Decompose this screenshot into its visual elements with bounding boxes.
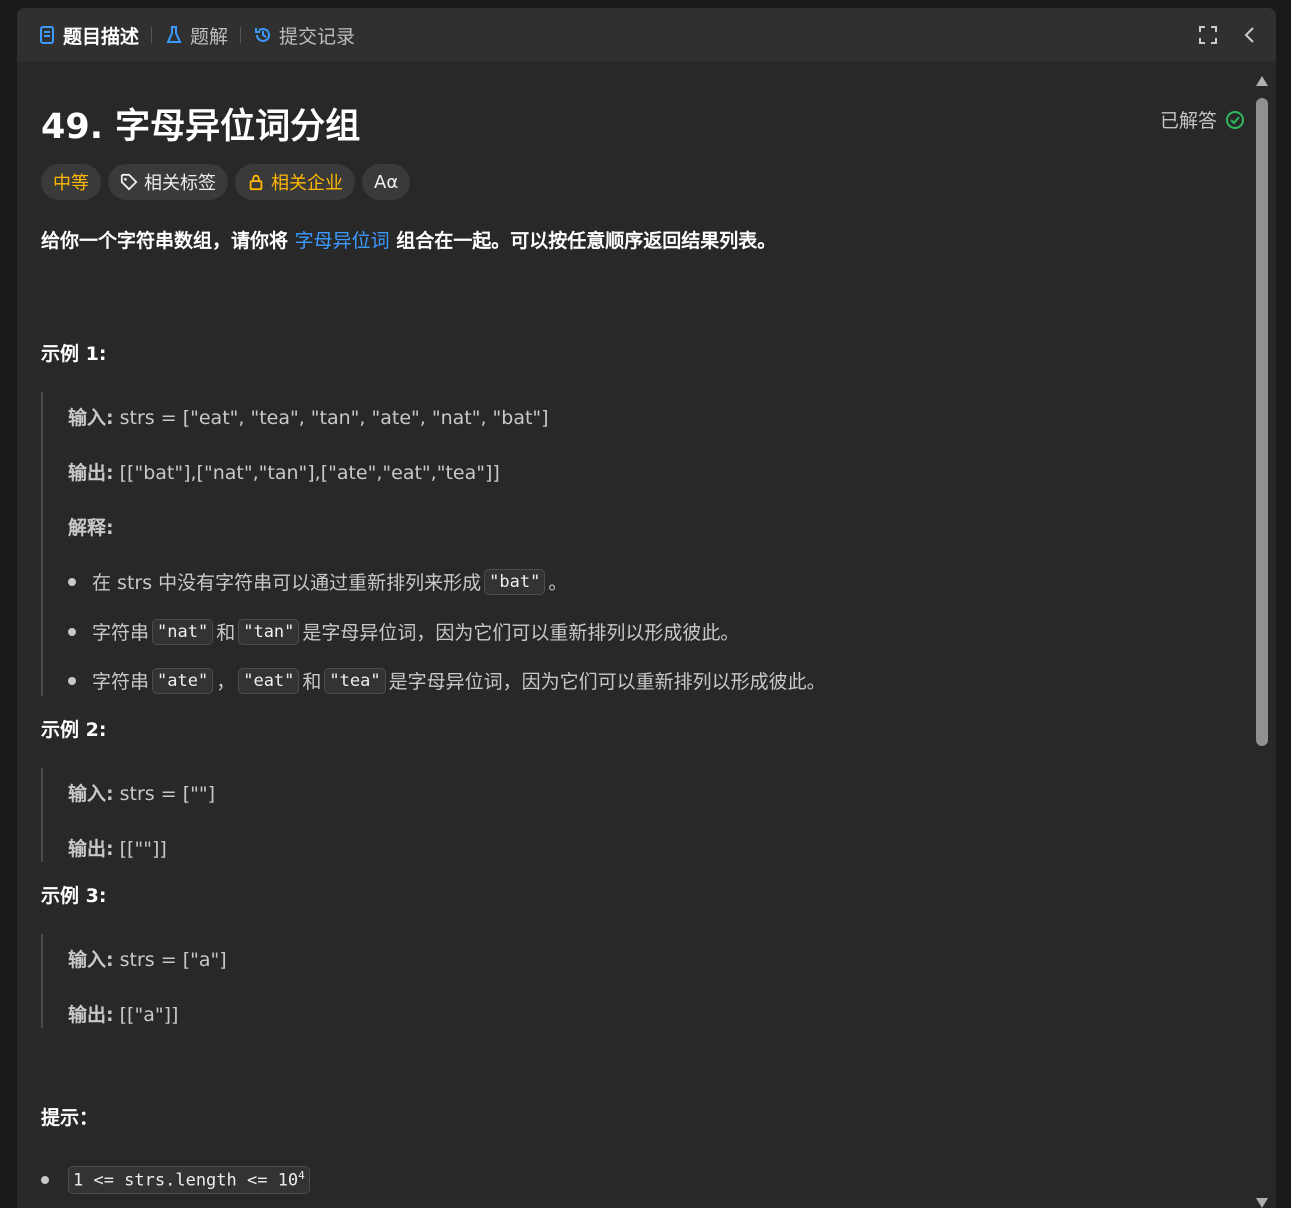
input-value: strs = ["a"] — [113, 949, 227, 971]
lock-icon — [249, 174, 263, 191]
output-label: 输出: — [68, 838, 114, 860]
input-value: strs = ["eat", "tea", "tan", "ate", "nat… — [113, 407, 549, 429]
list-item: 在 strs 中没有字符串可以通过重新排列来形成 "bat"。 — [68, 568, 567, 595]
related-tags-label: 相关标签 — [144, 173, 216, 194]
hints-title: 提示： — [41, 1107, 99, 1129]
example-explanation-label: 解释: — [68, 513, 114, 540]
history-icon — [255, 27, 271, 42]
bullet-text: 。 — [548, 572, 568, 594]
scroll-down-arrow-icon[interactable] — [1256, 1198, 1268, 1208]
desc-text: 组合在一起。可以按任意顺序返回结果列表。 — [389, 230, 777, 252]
constraint-text: 1 <= strs.length <= 10 — [73, 1170, 299, 1191]
desc-text: 给你一个字符串数组，请你将 — [41, 230, 295, 252]
inline-code: "eat" — [238, 667, 300, 694]
inline-code: "tea" — [324, 667, 386, 694]
related-companies-label: 相关企业 — [271, 173, 343, 194]
list-item: 字符串 "nat" 和 "tan" 是字母异位词，因为它们可以重新排列以形成彼此… — [68, 618, 739, 645]
tab-label: 题解 — [190, 25, 229, 48]
example-input: 输入: strs = [""] — [68, 779, 215, 806]
bullet-text: 字符串 — [92, 671, 150, 693]
scroll-up-arrow-icon[interactable] — [1256, 76, 1268, 86]
bullet-text: 在 strs 中没有字符串可以通过重新排列来形成 — [92, 572, 482, 594]
fullscreen-icon[interactable] — [1198, 25, 1218, 45]
example-block — [41, 768, 1218, 862]
problem-title: 49. 字母异位词分组 — [41, 107, 361, 147]
tag-icon — [120, 173, 138, 191]
inline-code: "ate" — [152, 667, 214, 694]
problem-panel: 题目描述 题解 提交记录 49. 字母异位词分组 已解答 中等 相关标签 相关企… — [17, 8, 1276, 1208]
exponent: 4 — [298, 1169, 305, 1182]
explain-label: 解释: — [68, 517, 114, 539]
bullet-dot — [68, 627, 76, 636]
output-value: [["bat"],["nat","tan"],["ate","eat","tea… — [113, 462, 500, 484]
example-output: 输出: [[""]] — [68, 834, 167, 861]
example-title: 示例 2: — [41, 719, 107, 741]
check-circle-icon — [1226, 110, 1244, 129]
output-label: 输出: — [68, 1004, 114, 1026]
inline-code: "nat" — [152, 618, 214, 645]
bullet-text: 是字母异位词，因为它们可以重新排列以形成彼此。 — [302, 622, 740, 644]
input-label: 输入: — [68, 949, 114, 971]
inline-code: 1 <= strs.length <= 104 — [68, 1166, 310, 1194]
output-value: [[""]] — [113, 838, 167, 860]
example-block — [41, 392, 1218, 696]
chevron-left-icon[interactable] — [1240, 25, 1260, 45]
example-output: 输出: [["bat"],["nat","tan"],["ate","eat",… — [68, 458, 500, 485]
tag-row: 中等 相关标签 相关企业 Aα — [41, 164, 411, 200]
input-value: strs = [""] — [113, 783, 216, 805]
example-input: 输入: strs = ["eat", "tea", "tan", "ate", … — [68, 403, 549, 430]
output-label: 输出: — [68, 462, 114, 484]
tab-bar: 题目描述 题解 提交记录 — [17, 8, 1276, 62]
problem-description: 给你一个字符串数组，请你将 字母异位词 组合在一起。可以按任意顺序返回结果列表。 — [41, 226, 776, 253]
tab-solutions[interactable]: 题解 — [164, 22, 228, 49]
tab-submissions[interactable]: 提交记录 — [253, 22, 355, 49]
solved-status: 已解答 — [1160, 106, 1245, 133]
bullet-text: 和 — [302, 671, 322, 693]
bullet-dot — [41, 1175, 49, 1184]
input-label: 输入: — [68, 407, 114, 429]
bullet-text: ， — [216, 671, 236, 693]
example-title: 示例 1: — [41, 343, 107, 365]
bullet-text: 是字母异位词，因为它们可以重新排列以形成彼此。 — [388, 671, 826, 693]
translate-button[interactable]: Aα — [362, 164, 411, 200]
scrollbar-thumb[interactable] — [1256, 98, 1268, 746]
tab-label: 提交记录 — [279, 25, 356, 48]
bullet-dot — [68, 577, 76, 586]
tab-label: 题目描述 — [63, 25, 140, 48]
list-item: 1 <= strs.length <= 104 — [41, 1166, 313, 1194]
input-label: 输入: — [68, 783, 114, 805]
related-companies-button[interactable]: 相关企业 — [235, 164, 355, 200]
document-icon — [40, 26, 54, 44]
tab-description[interactable]: 题目描述 — [37, 22, 139, 49]
list-item: 字符串 "ate" ， "eat" 和 "tea" 是字母异位词，因为它们可以重新… — [68, 667, 826, 694]
bullet-dot — [68, 676, 76, 685]
output-value: [["a"]] — [113, 1004, 179, 1026]
tab-divider — [240, 27, 242, 43]
difficulty-label: 中等 — [53, 173, 89, 194]
bullet-text: 字符串 — [92, 622, 150, 644]
inline-code: "tan" — [238, 618, 300, 645]
bullet-text: 和 — [216, 622, 236, 644]
example-output: 输出: [["a"]] — [68, 1000, 178, 1027]
translate-icon: Aα — [374, 171, 399, 193]
tab-divider — [151, 27, 153, 43]
anagram-link[interactable]: 字母异位词 — [295, 230, 390, 252]
difficulty-badge: 中等 — [41, 164, 101, 200]
flask-icon — [166, 26, 182, 43]
scrollbar[interactable] — [1256, 70, 1268, 1208]
example-title: 示例 3: — [41, 885, 107, 907]
solved-label: 已解答 — [1159, 110, 1217, 132]
inline-code: "bat" — [484, 568, 546, 595]
example-input: 输入: strs = ["a"] — [68, 945, 227, 972]
related-tags-button[interactable]: 相关标签 — [108, 164, 228, 200]
